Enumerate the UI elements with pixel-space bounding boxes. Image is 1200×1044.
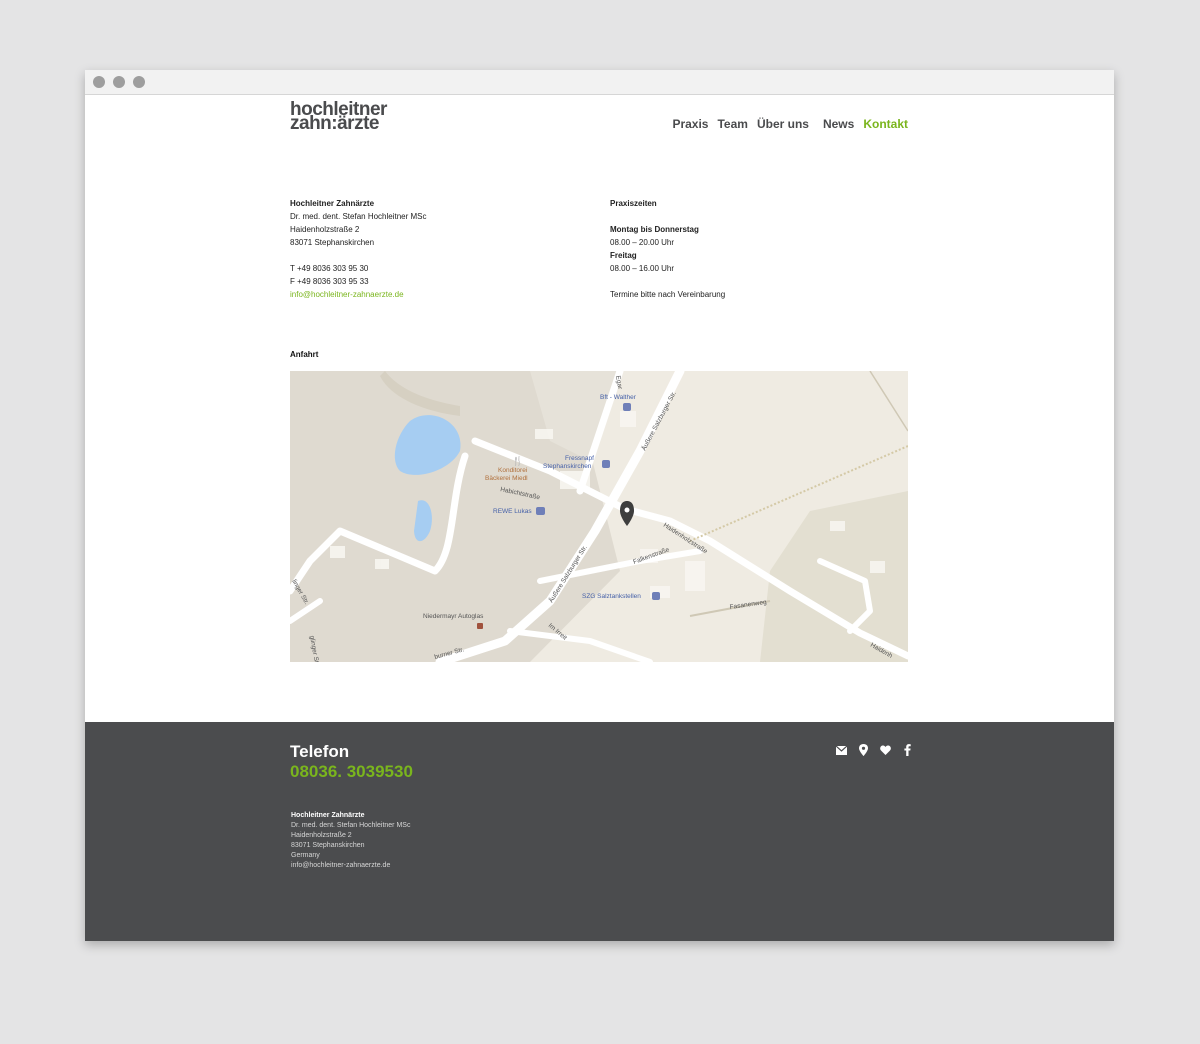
nav-praxis[interactable]: Praxis [672,117,708,131]
cart-poi-icon[interactable] [536,507,545,515]
footer-address: Hochleitner Zahnärzte Dr. med. dent. Ste… [291,811,410,871]
directions-title: Anfahrt [290,350,319,359]
hours-title: Praxiszeiten [610,199,657,208]
social-links [835,744,913,756]
browser-window: hochleitner zahn:ärzte Praxis Team Über … [85,70,1114,941]
location-icon[interactable] [857,744,869,756]
contact-city: 83071 Stephanskirchen [290,238,375,247]
map-label-konditorei-2: Bäckerei Miedl [485,475,528,482]
footer-tel-number[interactable]: 08036. 3039530 [290,762,413,782]
heart-icon[interactable] [879,744,891,756]
contact-email-link[interactable]: info@hochleitner-zahnaerzte.de [290,288,427,301]
site-footer: Telefon 08036. 3039530 Hochleitner Zahnä… [85,722,1114,941]
main-nav: Praxis Team Über uns News Kontakt [663,117,908,131]
map-label-bft: Bft - Walther [600,394,637,401]
hours-time-1: 08.00 – 20.00 Uhr [610,238,675,247]
map-label-konditorei-1: Konditorei [498,467,527,474]
window-close-dot[interactable] [93,76,105,88]
svg-text:🍴: 🍴 [512,455,523,467]
contact-doctor: Dr. med. dent. Stefan Hochleitner MSc [290,212,427,221]
footer-tel-label: Telefon [290,742,350,761]
footer-name: Hochleitner Zahnärzte [291,812,365,819]
hours-time-2: 08.00 – 16.00 Uhr [610,264,675,273]
footer-city: 83071 Stephanskirchen [291,842,365,849]
footer-street: Haidenholzstraße 2 [291,832,352,839]
nav-kontakt[interactable]: Kontakt [863,117,908,131]
hours-block: Praxiszeiten Montag bis Donnerstag 08.00… [610,197,725,301]
map-label-szg: SZG Salztankstellen [582,593,641,600]
hours-note: Termine bitte nach Vereinbarung [610,290,726,299]
contact-name: Hochleitner Zahnärzte [290,199,375,208]
contact-phone: T +49 8036 303 95 30 [290,264,369,273]
map-label-rewe: REWE Lukas [493,508,532,515]
mail-icon[interactable] [835,744,847,756]
window-maximize-dot[interactable] [133,76,145,88]
location-map[interactable]: Bft - Walther Fressnapf Stephanskirchen … [290,371,908,662]
map-label-fressnapf-2: Stephanskirchen [543,463,592,470]
map-label-niedermayr: Niedermayr Autoglas [423,613,484,620]
hours-days-2: Freitag [610,251,637,260]
nav-ueber-uns[interactable]: Über uns [757,117,809,131]
logo-line-2: zahn:ärzte [290,113,379,134]
nav-team[interactable]: Team [717,117,747,131]
footer-email-link[interactable]: info@hochleitner-zahnaerzte.de [291,861,410,871]
contact-block: Hochleitner Zahnärzte Dr. med. dent. Ste… [290,197,427,301]
contact-fax: F +49 8036 303 95 33 [290,277,369,286]
shop-poi-icon[interactable] [602,460,610,468]
szg-poi-icon[interactable] [652,592,660,600]
nav-news[interactable]: News [823,117,854,131]
fuel-poi-icon[interactable] [623,403,631,411]
hours-days-1: Montag bis Donnerstag [610,225,699,234]
footer-doctor: Dr. med. dent. Stefan Hochleitner MSc [291,822,411,829]
site-logo[interactable]: hochleitner zahn:ärzte [290,100,387,134]
autoglas-poi-icon[interactable] [477,623,483,629]
facebook-icon[interactable] [901,744,913,756]
footer-country: Germany [291,852,320,859]
map-label-fressnapf-1: Fressnapf [565,455,594,462]
browser-titlebar [85,70,1114,95]
cafe-poi-icon[interactable]: 🍴 [512,455,523,467]
contact-street: Haidenholzstraße 2 [290,225,360,234]
window-minimize-dot[interactable] [113,76,125,88]
